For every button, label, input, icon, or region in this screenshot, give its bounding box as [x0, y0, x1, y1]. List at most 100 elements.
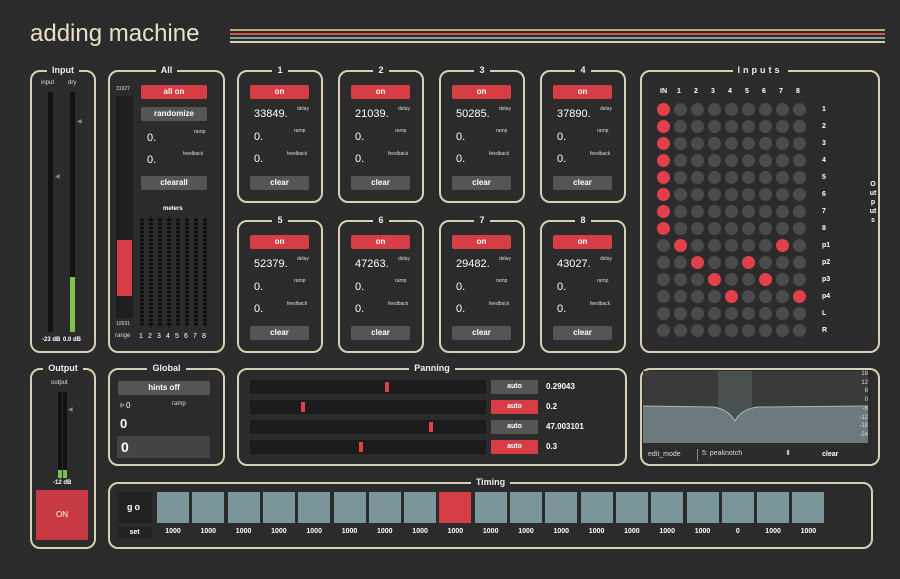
- matrix-cell[interactable]: [793, 324, 806, 337]
- delay-on-button[interactable]: on: [553, 85, 612, 99]
- timing-value[interactable]: 1000: [192, 528, 224, 535]
- ramp-value[interactable]: 0.: [355, 131, 364, 143]
- timing-step[interactable]: [439, 492, 472, 523]
- global-ramp-value[interactable]: 0: [126, 401, 130, 410]
- matrix-cell[interactable]: [776, 239, 789, 252]
- matrix-cell[interactable]: [742, 273, 755, 286]
- matrix-cell[interactable]: [776, 324, 789, 337]
- timing-value[interactable]: 1000: [616, 528, 648, 535]
- all-feedback-value[interactable]: 0.: [147, 154, 156, 166]
- ramp-value[interactable]: 0.: [355, 281, 364, 293]
- matrix-cell[interactable]: [674, 188, 687, 201]
- matrix-cell[interactable]: [759, 205, 772, 218]
- matrix-cell[interactable]: [759, 324, 772, 337]
- matrix-cell[interactable]: [674, 239, 687, 252]
- set-button[interactable]: set: [117, 527, 152, 538]
- matrix-cell[interactable]: [742, 239, 755, 252]
- timing-step[interactable]: [510, 492, 542, 523]
- matrix-cell[interactable]: [725, 307, 738, 320]
- matrix-cell[interactable]: [708, 239, 721, 252]
- matrix-cell[interactable]: [691, 324, 704, 337]
- matrix-cell[interactable]: [708, 205, 721, 218]
- matrix-cell[interactable]: [759, 103, 772, 116]
- pan-slider[interactable]: [250, 440, 486, 454]
- matrix-cell[interactable]: [691, 256, 704, 269]
- matrix-cell[interactable]: [725, 188, 738, 201]
- ramp-value[interactable]: 0.: [254, 281, 263, 293]
- ramp-value[interactable]: 0.: [456, 131, 465, 143]
- matrix-cell[interactable]: [742, 290, 755, 303]
- matrix-cell[interactable]: [793, 120, 806, 133]
- matrix-cell[interactable]: [691, 290, 704, 303]
- matrix-cell[interactable]: [708, 171, 721, 184]
- matrix-cell[interactable]: [725, 222, 738, 235]
- auto-button[interactable]: auto: [491, 400, 538, 414]
- matrix-cell[interactable]: [759, 307, 772, 320]
- matrix-cell[interactable]: [725, 205, 738, 218]
- timing-step[interactable]: [474, 492, 507, 523]
- matrix-cell[interactable]: [759, 188, 772, 201]
- matrix-cell[interactable]: [793, 205, 806, 218]
- matrix-cell[interactable]: [793, 239, 806, 252]
- ramp-value[interactable]: 0.: [557, 281, 566, 293]
- delay-value[interactable]: 37890.: [557, 108, 591, 120]
- matrix-cell[interactable]: [691, 171, 704, 184]
- range-handle[interactable]: [117, 240, 132, 296]
- matrix-cell[interactable]: [759, 239, 772, 252]
- matrix-cell[interactable]: [674, 324, 687, 337]
- feedback-value[interactable]: 0.: [254, 303, 263, 315]
- range-slider[interactable]: [116, 96, 133, 318]
- clear-button[interactable]: clear: [250, 326, 309, 340]
- timing-value[interactable]: 1000: [404, 528, 436, 535]
- matrix-cell[interactable]: [708, 273, 721, 286]
- timing-step[interactable]: [227, 492, 260, 523]
- matrix-cell[interactable]: [657, 120, 670, 133]
- matrix-cell[interactable]: [776, 137, 789, 150]
- matrix-cell[interactable]: [742, 154, 755, 167]
- matrix-cell[interactable]: [776, 307, 789, 320]
- matrix-cell[interactable]: [657, 222, 670, 235]
- matrix-cell[interactable]: [793, 222, 806, 235]
- matrix-cell[interactable]: [742, 205, 755, 218]
- matrix-cell[interactable]: [691, 188, 704, 201]
- matrix-cell[interactable]: [793, 290, 806, 303]
- matrix-cell[interactable]: [657, 324, 670, 337]
- timing-value[interactable]: 1000: [757, 528, 789, 535]
- delay-on-button[interactable]: on: [351, 235, 410, 249]
- clear-button[interactable]: clear: [351, 326, 410, 340]
- matrix-cell[interactable]: [708, 120, 721, 133]
- delay-value[interactable]: 33849.: [254, 108, 288, 120]
- matrix-cell[interactable]: [742, 103, 755, 116]
- timing-step[interactable]: [262, 492, 295, 523]
- matrix-cell[interactable]: [708, 137, 721, 150]
- matrix-cell[interactable]: [725, 137, 738, 150]
- matrix-cell[interactable]: [776, 188, 789, 201]
- matrix-cell[interactable]: [674, 222, 687, 235]
- matrix-cell[interactable]: [759, 171, 772, 184]
- matrix-cell[interactable]: [708, 256, 721, 269]
- matrix-cell[interactable]: [657, 273, 670, 286]
- feedback-value[interactable]: 0.: [456, 303, 465, 315]
- timing-step[interactable]: [333, 492, 366, 523]
- pan-slider[interactable]: [250, 420, 486, 434]
- matrix-cell[interactable]: [725, 256, 738, 269]
- matrix-cell[interactable]: [776, 222, 789, 235]
- matrix-cell[interactable]: [759, 120, 772, 133]
- matrix-cell[interactable]: [776, 120, 789, 133]
- matrix-cell[interactable]: [759, 256, 772, 269]
- timing-step[interactable]: [368, 492, 401, 523]
- matrix-cell[interactable]: [725, 154, 738, 167]
- timing-step[interactable]: [157, 492, 189, 523]
- timing-step[interactable]: [686, 492, 719, 523]
- timing-step[interactable]: [721, 492, 754, 523]
- feedback-value[interactable]: 0.: [456, 153, 465, 165]
- feedback-value[interactable]: 0.: [557, 303, 566, 315]
- timing-step[interactable]: [298, 492, 331, 523]
- matrix-cell[interactable]: [776, 205, 789, 218]
- matrix-cell[interactable]: [691, 205, 704, 218]
- auto-button[interactable]: auto: [491, 420, 538, 434]
- matrix-cell[interactable]: [776, 256, 789, 269]
- matrix-cell[interactable]: [674, 154, 687, 167]
- clear-button[interactable]: clear: [452, 176, 511, 190]
- matrix-cell[interactable]: [708, 324, 721, 337]
